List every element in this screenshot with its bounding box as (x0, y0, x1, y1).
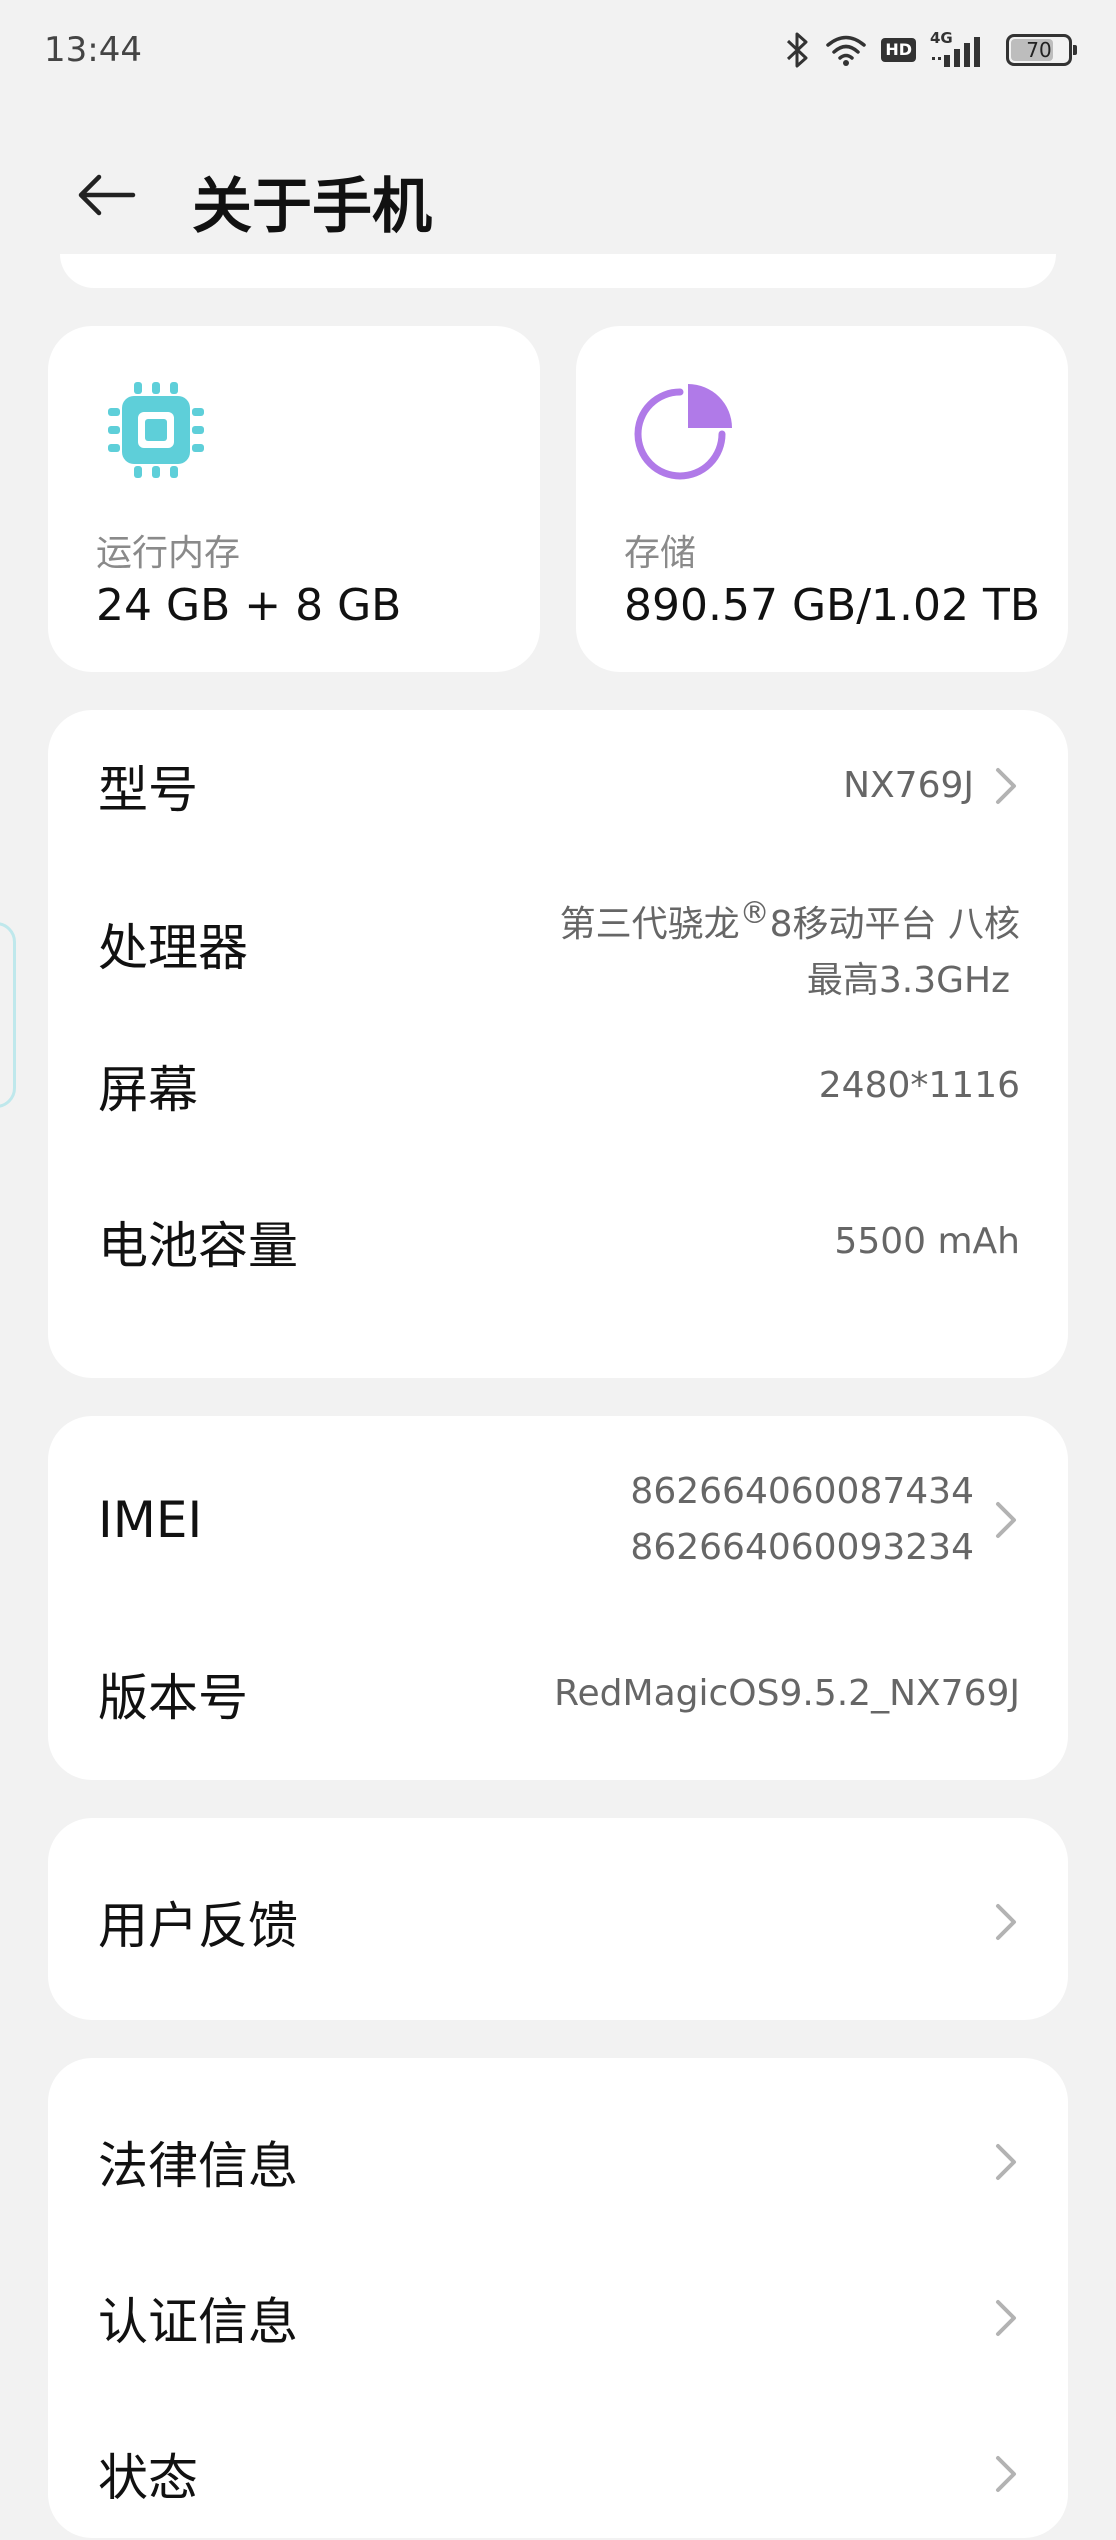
registered-mark: ® (739, 896, 770, 931)
cellular-4g-icon: 4G (930, 29, 992, 69)
network-type-label: 4G (930, 29, 953, 47)
build-number-row[interactable]: 版本号 RedMagicOS9.5.2_NX769J (48, 1606, 1068, 1780)
chevron-right-icon (988, 1495, 1024, 1545)
screen-value: 2480*1116 (818, 1065, 1020, 1106)
scrolled-card-edge (60, 254, 1056, 288)
legal-info-row[interactable]: 法律信息 (48, 2058, 1068, 2228)
edge-gesture-handle[interactable] (0, 922, 16, 1108)
chip-icon (104, 378, 208, 482)
device-info-group: 型号 NX769J 处理器 第三代骁龙®8移动平台 八核 最高3.3GHz 屏幕… (48, 710, 1068, 1378)
status-bar: 13:44 HD 4G 70 (0, 0, 1116, 100)
imei-label: IMEI (98, 1491, 203, 1549)
screen-label: 屏幕 (98, 1061, 198, 1119)
chevron-right-icon (988, 2293, 1024, 2343)
bluetooth-icon (785, 31, 811, 69)
storage-label: 存储 (624, 533, 697, 574)
imei-row[interactable]: IMEI 862664060087434 862664060093234 (48, 1416, 1068, 1606)
wifi-icon (825, 33, 867, 67)
processor-line1: 第三代骁龙®8移动平台 八核 (559, 896, 1020, 945)
storage-card[interactable]: 存储 890.57 GB/1.02 TB (576, 326, 1068, 672)
status-icons: HD 4G 70 (785, 29, 1077, 69)
ram-value: 24 GB + 8 GB (96, 580, 402, 631)
chevron-right-icon (988, 1897, 1024, 1947)
build-number-label: 版本号 (98, 1669, 248, 1727)
user-feedback-label: 用户反馈 (98, 1897, 298, 1955)
battery-capacity-row: 电池容量 5500 mAh (48, 1178, 1068, 1334)
certification-row[interactable]: 认证信息 (48, 2228, 1068, 2384)
battery-level: 70 (1026, 38, 1052, 62)
hd-icon: HD (881, 38, 916, 62)
page-title: 关于手机 (192, 172, 432, 242)
build-number-value: RedMagicOS9.5.2_NX769J (554, 1673, 1020, 1714)
chevron-right-icon (988, 761, 1024, 811)
processor-line2: 最高3.3GHz (806, 960, 1010, 1001)
screen-row: 屏幕 2480*1116 (48, 1022, 1068, 1178)
legal-info-label: 法律信息 (98, 2137, 298, 2195)
legal-group: 法律信息 认证信息 状态 (48, 2058, 1068, 2538)
page-header: 关于手机 (0, 130, 1116, 260)
certification-label: 认证信息 (98, 2293, 298, 2351)
imei-value-2: 862664060093234 (630, 1527, 974, 1568)
feedback-group: 用户反馈 (48, 1818, 1068, 2020)
processor-row: 处理器 第三代骁龙®8移动平台 八核 最高3.3GHz (48, 866, 1068, 1022)
status-time: 13:44 (44, 30, 142, 70)
model-label: 型号 (98, 761, 198, 819)
model-value: NX769J (843, 765, 974, 806)
status-label: 状态 (98, 2449, 198, 2507)
processor-value: 第三代骁龙®8移动平台 八核 最高3.3GHz (560, 886, 1020, 1009)
model-row[interactable]: 型号 NX769J (48, 710, 1068, 866)
imei-value-1: 862664060087434 (630, 1471, 974, 1512)
battery-capacity-label: 电池容量 (98, 1217, 298, 1275)
chevron-right-icon (988, 2137, 1024, 2187)
chevron-right-icon (988, 2449, 1024, 2499)
ram-label: 运行内存 (96, 533, 241, 574)
processor-label: 处理器 (98, 919, 248, 977)
storage-value: 890.57 GB/1.02 TB (624, 580, 1041, 631)
battery-icon: 70 (1006, 34, 1077, 66)
ram-card[interactable]: 运行内存 24 GB + 8 GB (48, 326, 540, 672)
back-button[interactable] (72, 160, 142, 230)
identity-group: IMEI 862664060087434 862664060093234 版本号… (48, 1416, 1068, 1780)
status-row[interactable]: 状态 (48, 2384, 1068, 2540)
pie-chart-icon (632, 378, 736, 482)
imei-value: 862664060087434 862664060093234 (630, 1464, 974, 1576)
back-arrow-icon (78, 174, 136, 216)
user-feedback-row[interactable]: 用户反馈 (48, 1818, 1068, 2020)
battery-capacity-value: 5500 mAh (834, 1221, 1020, 1262)
